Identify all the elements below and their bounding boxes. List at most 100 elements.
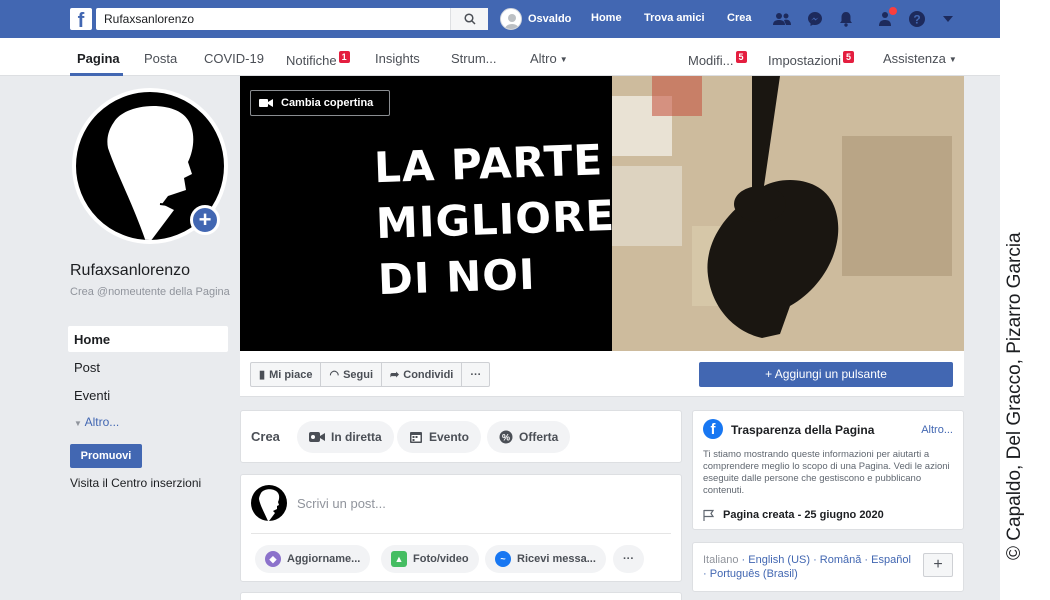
search-input[interactable]: Rufaxsanlorenzo: [96, 8, 488, 30]
photo-video-label: Foto/video: [413, 553, 469, 565]
tab-posta[interactable]: Posta: [144, 51, 177, 66]
top-bar: f Rufaxsanlorenzo Osvaldo Home Trova ami…: [0, 0, 1000, 38]
calendar-icon: [410, 432, 422, 443]
help-icon[interactable]: ?: [906, 9, 928, 29]
language-link[interactable]: English (US): [748, 554, 810, 566]
sidebar-more-link[interactable]: ▼ Altro...: [74, 415, 119, 429]
language-link[interactable]: Português (Brasil): [710, 568, 798, 580]
tab-notifiche[interactable]: Notifiche 1: [286, 51, 350, 68]
friend-requests-icon[interactable]: [771, 9, 793, 29]
tab-insights[interactable]: Insights: [375, 51, 420, 66]
tab-pagina[interactable]: Pagina: [77, 51, 120, 66]
add-button-button[interactable]: + Aggiungi un pulsante: [699, 362, 953, 387]
promote-button[interactable]: Promuovi: [70, 444, 142, 468]
search-button[interactable]: [450, 8, 488, 30]
caret-down-icon: ▼: [74, 419, 82, 428]
follow-label: Segui: [343, 368, 374, 381]
quick-help-icon[interactable]: [874, 7, 897, 29]
create-event-button[interactable]: Evento: [397, 421, 482, 453]
messenger-icon: ~: [495, 551, 511, 567]
search-icon: [463, 13, 476, 25]
cover-photo: Cambia copertina LA PARTE MIGLIORE DI NO…: [240, 76, 964, 351]
like-label: Mi piace: [269, 368, 313, 381]
search-value: Rufaxsanlorenzo: [104, 12, 195, 26]
create-event-label: Evento: [429, 430, 470, 444]
notification-dot: [889, 7, 897, 15]
facebook-icon: f: [703, 419, 723, 439]
share-button[interactable]: ➦ Condividi: [382, 363, 463, 386]
tab-edit[interactable]: Modifi... 5: [688, 51, 747, 68]
post-input[interactable]: Scrivi un post...: [297, 496, 386, 511]
add-language-button[interactable]: +: [923, 553, 953, 577]
transparency-more-link[interactable]: Altro...: [921, 424, 953, 436]
tab-label: Modifi...: [688, 53, 734, 68]
transparency-title: Trasparenza della Pagina: [731, 423, 875, 437]
flag-icon: [703, 509, 715, 521]
page-name: Rufaxsanlorenzo: [70, 262, 191, 279]
tab-label: Impostazioni: [768, 53, 841, 68]
share-arrow-icon: ➦: [390, 369, 400, 381]
create-label: Crea: [251, 429, 280, 444]
offer-tag-icon: %: [499, 430, 513, 444]
facebook-logo-icon[interactable]: f: [70, 8, 92, 30]
notification-badge: 1: [338, 51, 350, 63]
share-label: Condividi: [403, 368, 454, 381]
like-button[interactable]: ▮ Mi piace: [251, 363, 322, 386]
ads-center-link[interactable]: Visita il Centro inserzioni: [70, 476, 201, 490]
photo-video-button[interactable]: ▲ Foto/video: [381, 545, 479, 573]
current-language: Italiano: [703, 554, 739, 566]
more-options-button[interactable]: ···: [613, 545, 644, 573]
create-link[interactable]: Crea: [727, 12, 751, 24]
tab-altro[interactable]: Altro ▼: [530, 51, 568, 66]
tab-covid[interactable]: COVID-19: [204, 51, 264, 66]
language-link[interactable]: Español: [871, 554, 911, 566]
profile-link[interactable]: Osvaldo: [500, 8, 571, 30]
active-tab-indicator: [70, 73, 123, 76]
page-action-bar: ▮ Mi piace ◠ Segui ➦ Condividi ··· + Aggiun…: [240, 351, 964, 397]
status-update-button[interactable]: ◆ Aggiorname...: [255, 545, 371, 573]
change-cover-button[interactable]: Cambia copertina: [250, 90, 390, 116]
sidebar-item-home[interactable]: Home: [68, 326, 228, 352]
photo-credit: © Capaldo, Del Gracco, Pizarro Garcia: [1004, 232, 1025, 560]
messenger-icon[interactable]: [804, 9, 826, 29]
create-offer-button[interactable]: % Offerta: [487, 421, 571, 453]
tab-help[interactable]: Assistenza ▼: [883, 51, 957, 66]
post-composer: Scrivi un post... ◆ Aggiorname... ▲ Foto…: [240, 474, 682, 582]
get-messages-button[interactable]: ~ Ricevi messa...: [485, 545, 606, 573]
cover-headline-line-3: DI NOI: [377, 249, 537, 305]
home-link[interactable]: Home: [591, 12, 622, 24]
tab-label: Altro: [530, 51, 557, 66]
create-username-link[interactable]: Crea @nomeutente della Pagina: [70, 285, 230, 299]
tab-label: Notifiche: [286, 53, 337, 68]
rss-icon: ◠: [329, 369, 340, 381]
go-live-button[interactable]: In diretta: [297, 421, 394, 453]
tab-tools[interactable]: Strum...: [451, 51, 497, 66]
transparency-description: Ti stiamo mostrando queste informazioni …: [703, 449, 950, 496]
sidebar-item-post[interactable]: Post: [68, 354, 228, 380]
avatar: [500, 8, 522, 30]
language-list: Italiano · English (US) · Română · Españ…: [703, 554, 911, 580]
page-actions-group: ▮ Mi piace ◠ Segui ➦ Condividi ···: [250, 362, 491, 387]
sidebar-more-label: Altro...: [84, 415, 120, 429]
sidebar-item-eventi[interactable]: Eventi: [68, 382, 228, 408]
follow-button[interactable]: ◠ Segui: [321, 363, 383, 386]
cover-headline: LA PARTE MIGLIORE DI NOI: [373, 132, 618, 308]
avatar: [251, 485, 287, 521]
add-photo-button[interactable]: +: [190, 205, 220, 235]
more-actions-button[interactable]: ···: [462, 363, 489, 386]
caret-down-icon: ▼: [559, 55, 568, 64]
notifications-icon[interactable]: [835, 9, 857, 29]
photo-icon: ▲: [391, 551, 407, 567]
tab-settings[interactable]: Impostazioni 5: [768, 51, 854, 68]
cover-headline-line-2: MIGLIORE: [375, 190, 616, 249]
user-name: Osvaldo: [528, 13, 572, 25]
feed-card: [240, 592, 682, 600]
get-messages-label: Ricevi messa...: [517, 553, 596, 565]
page-transparency-card: f Trasparenza della Pagina Altro... Ti s…: [692, 410, 964, 530]
account-menu-icon[interactable]: [937, 9, 959, 29]
find-friends-link[interactable]: Trova amici: [644, 12, 705, 24]
svg-text:?: ?: [913, 13, 920, 27]
language-link[interactable]: Română: [820, 554, 862, 566]
notification-badge: 5: [842, 51, 854, 63]
notification-badge: 5: [735, 51, 747, 63]
